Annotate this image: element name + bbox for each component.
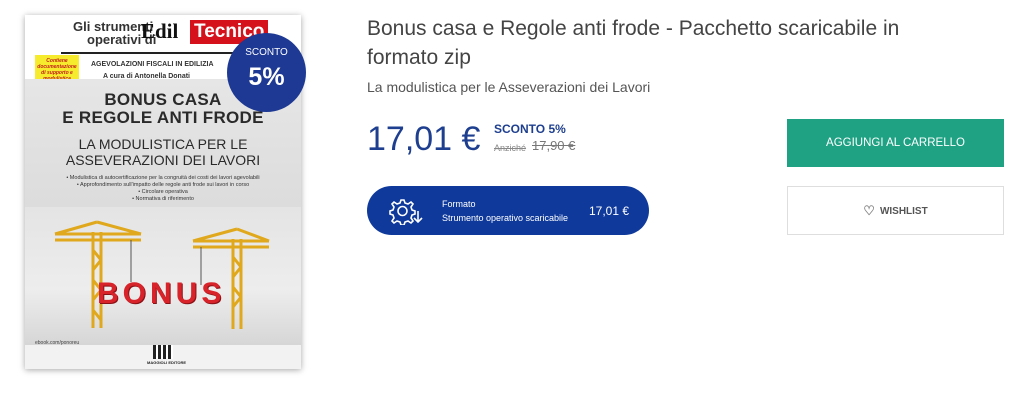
format-value: Strumento operativo scaricabile (442, 213, 569, 223)
cover-url: ebook.com/ponoreu (35, 340, 80, 346)
discount-badge-value: 5% (248, 63, 285, 91)
add-to-cart-button[interactable]: AGGIUNGI AL CARRELLO (787, 119, 1004, 167)
cover-bullet: • Approfondimento sull'impatto delle reg… (76, 182, 250, 188)
cover-subtitle-line-2: ASSEVERAZIONI DEI LAVORI (65, 152, 261, 168)
cover-subtitle-line-1: LA MODULISTICA PER LE (78, 136, 248, 152)
crane-left-icon (54, 220, 142, 328)
cover-bullet: • Modulistica di autocertificazione per … (66, 175, 260, 181)
original-price-label: Anziché (494, 143, 527, 153)
cover-agevolazioni: AGEVOLAZIONI FISCALI IN EDILIZIA (91, 61, 214, 68)
cover-bullet: • Normativa di riferimento (132, 196, 194, 202)
publisher-logo-icon (153, 345, 173, 359)
cover-bullet: • Circolare operativa (138, 189, 188, 195)
heart-icon: ♡ (863, 202, 875, 218)
wishlist-button[interactable]: ♡ WISHLIST (787, 186, 1004, 235)
format-label: Formato (442, 199, 476, 209)
cover-rule (61, 52, 255, 54)
wishlist-label: WISHLIST (879, 205, 928, 217)
gear-download-icon (389, 199, 423, 225)
product-subtitle: La modulistica per le Asseverazioni dei … (367, 79, 651, 95)
cover-bullets: • Modulistica di autocertificazione per … (25, 175, 301, 203)
format-price: 17,01 € (589, 204, 630, 218)
discount-badge-label: SCONTO (245, 47, 288, 58)
original-price: 17,90 € (532, 138, 576, 153)
discount-badge: SCONTO 5% (227, 33, 306, 112)
format-option-button[interactable]: Formato Strumento operativo scaricabile … (367, 186, 649, 235)
publisher-name: MAGGIOLI EDITORE (147, 360, 187, 365)
product-title: Bonus casa e Regole anti frode - Pacchet… (367, 17, 900, 69)
discount-label: SCONTO 5% (494, 122, 566, 136)
brand-edil: Edil (141, 19, 179, 43)
cover-bonus-word: BONUS (97, 277, 226, 310)
product-price: 17,01 € (367, 120, 481, 158)
